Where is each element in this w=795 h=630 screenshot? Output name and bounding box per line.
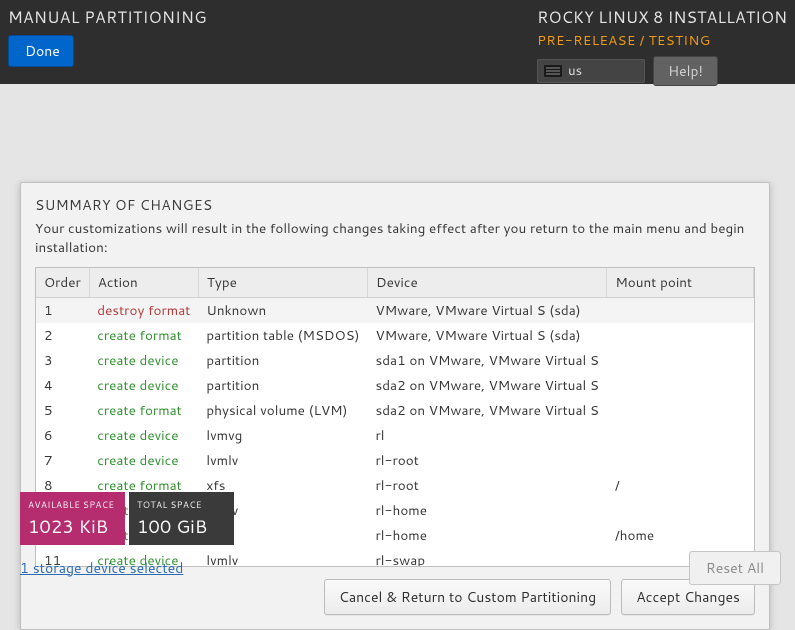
table-row[interactable]: 7create devicelvmlvrl-root [36,448,754,473]
cell-order: 6 [36,423,89,448]
cell-device: rl [368,423,607,448]
reset-all-button[interactable]: Reset All [689,551,781,585]
cell-order: 7 [36,448,89,473]
available-space-label: AVAILABLE SPACE [28,498,117,511]
cell-action: create device [89,373,198,398]
keyboard-layout-indicator[interactable]: us [537,59,645,83]
column-order[interactable]: Order [36,268,89,298]
cell-device: sda2 on VMware, VMware Virtual S [368,398,607,423]
top-bar-left: MANUAL PARTITIONING Done [8,6,207,76]
cell-mount: /home [607,523,754,548]
cell-type: lvmvg [198,423,367,448]
table-row[interactable]: 5create formatphysical volume (LVM)sda2 … [36,398,754,423]
help-button[interactable]: Help! [653,56,718,86]
cell-device: rl-root [368,448,607,473]
prerelease-label: PRE-RELEASE / TESTING [537,31,710,50]
keyboard-layout-label: us [568,62,582,80]
table-row[interactable]: 6create devicelvmvgrl [36,423,754,448]
cell-type: Unknown [198,298,367,324]
dialog-description: Your customizations will result in the f… [35,219,755,257]
total-space-label: TOTAL SPACE [137,498,226,511]
cell-order: 4 [36,373,89,398]
cell-type: partition [198,348,367,373]
cell-type: physical volume (LVM) [198,398,367,423]
cell-action: create device [89,448,198,473]
cell-order: 5 [36,398,89,423]
cell-action: destroy format [89,298,198,324]
cell-device: rl-home [368,498,607,523]
done-button[interactable]: Done [8,35,74,67]
cell-action: create device [89,423,198,448]
total-space-box: TOTAL SPACE 100 GiB [129,492,234,545]
cell-mount [607,298,754,324]
cell-type: partition table (MSDOS) [198,323,367,348]
cell-device: rl-home [368,523,607,548]
space-summary: AVAILABLE SPACE 1023 KiB TOTAL SPACE 100… [20,492,234,545]
cell-mount: / [607,473,754,498]
page-title: MANUAL PARTITIONING [8,6,207,29]
top-bar: MANUAL PARTITIONING Done ROCKY LINUX 8 I… [0,0,795,84]
cell-mount [607,373,754,398]
product-title: ROCKY LINUX 8 INSTALLATION [537,6,787,29]
keyboard-icon [544,65,562,77]
cell-device: sda2 on VMware, VMware Virtual S [368,373,607,398]
cell-action: create format [89,398,198,423]
table-row[interactable]: 4create devicepartitionsda2 on VMware, V… [36,373,754,398]
storage-devices-link[interactable]: 1 storage device selected [20,558,183,578]
cell-device: VMware, VMware Virtual S (sda) [368,323,607,348]
cell-mount [607,398,754,423]
table-row[interactable]: 2create formatpartition table (MSDOS)VMw… [36,323,754,348]
cell-type: partition [198,373,367,398]
cell-mount [607,323,754,348]
bottom-row: 1 storage device selected Reset All [20,551,781,585]
cell-order: 2 [36,323,89,348]
available-space-box: AVAILABLE SPACE 1023 KiB [20,492,125,545]
top-bar-right: ROCKY LINUX 8 INSTALLATION PRE-RELEASE /… [537,6,787,76]
cell-action: create device [89,348,198,373]
cell-mount [607,498,754,523]
cell-mount [607,448,754,473]
dialog-title: SUMMARY OF CHANGES [35,195,755,215]
cell-type: lvmlv [198,448,367,473]
cell-order: 3 [36,348,89,373]
cell-mount [607,348,754,373]
total-space-value: 100 GiB [137,513,226,539]
cell-action: create format [89,323,198,348]
table-row[interactable]: 1destroy formatUnknownVMware, VMware Vir… [36,298,754,324]
column-type[interactable]: Type [198,268,367,298]
column-device[interactable]: Device [368,268,607,298]
cell-mount [607,423,754,448]
available-space-value: 1023 KiB [28,513,117,539]
cell-order: 1 [36,298,89,324]
column-action[interactable]: Action [89,268,198,298]
table-row[interactable]: 3create devicepartitionsda1 on VMware, V… [36,348,754,373]
cell-device: sda1 on VMware, VMware Virtual S [368,348,607,373]
column-mount[interactable]: Mount point [607,268,754,298]
table-header-row: Order Action Type Device Mount point [36,268,754,298]
cell-device: VMware, VMware Virtual S (sda) [368,298,607,324]
main-area: SUMMARY OF CHANGES Your customizations w… [0,84,795,599]
cell-device: rl-root [368,473,607,498]
